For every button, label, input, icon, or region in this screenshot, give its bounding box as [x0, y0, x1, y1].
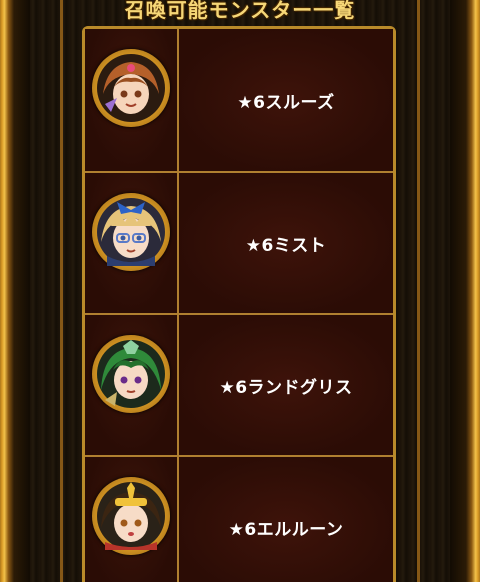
monster-row[interactable]: ★6ランドグリス: [85, 313, 393, 455]
monster-name-cell: ★6エルルーン: [179, 457, 393, 582]
monster-icon-cell: [85, 315, 179, 455]
monster-name: ★6ランドグリス: [219, 377, 353, 398]
monster-row[interactable]: ★6ミスト: [85, 171, 393, 313]
monster-name-cell: ★6ミスト: [179, 173, 393, 313]
monster-name-cell: ★6ランドグリス: [179, 315, 393, 455]
mist-portrait-icon: [92, 193, 170, 271]
monster-name: ★6エルルーン: [228, 519, 344, 540]
monster-row[interactable]: ★6エルルーン: [85, 455, 393, 582]
summon-list-screen: 召喚可能モンスター一覧 ★6スルーズ ★6ミスト ★6ランドグリス ★6エルルー…: [0, 0, 480, 582]
monster-icon-cell: [85, 29, 179, 171]
sruz-portrait-icon: [92, 49, 170, 127]
monster-name: ★6ミスト: [245, 235, 327, 256]
left-frame-border: [0, 0, 30, 582]
monster-icon-cell: [85, 457, 179, 582]
right-frame-border: [450, 0, 480, 582]
randgris-portrait-icon: [92, 335, 170, 413]
monster-icon-cell: [85, 173, 179, 313]
page-title: 召喚可能モンスター一覧: [124, 0, 356, 22]
ellrun-portrait-icon: [92, 477, 170, 555]
monster-list-panel: ★6スルーズ ★6ミスト ★6ランドグリス ★6エルルーン: [82, 26, 396, 582]
right-inner-border: [417, 0, 420, 582]
monster-row[interactable]: ★6スルーズ: [85, 29, 393, 171]
monster-name: ★6スルーズ: [237, 92, 335, 113]
monster-name-cell: ★6スルーズ: [179, 29, 393, 171]
left-inner-border: [60, 0, 63, 582]
